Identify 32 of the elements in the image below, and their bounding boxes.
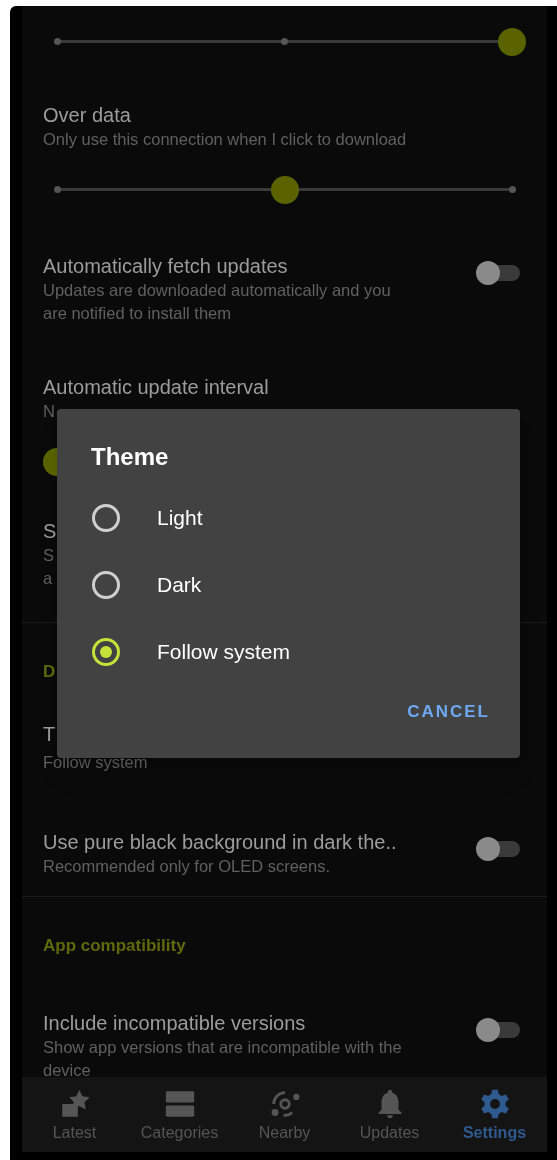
setting-title: S xyxy=(43,519,57,544)
setting-summary: S a xyxy=(43,545,54,589)
nav-tab[interactable]: Updates xyxy=(339,1086,440,1143)
radio-option[interactable]: Light xyxy=(57,484,520,551)
setting-title: Over data xyxy=(43,103,131,128)
setting-summary: Show app versions that are incompatible with the device xyxy=(43,1037,403,1081)
slider-thumb[interactable] xyxy=(270,176,299,204)
section-header: App compatibility xyxy=(43,935,186,957)
setting-title: Use pure black background in dark the.. xyxy=(43,830,397,855)
setting-title: Include incompatible versions xyxy=(43,1011,306,1036)
setting-title: T xyxy=(43,722,56,747)
setting-summary: Recommended only for OLED screens. xyxy=(43,856,331,877)
setting-summary: N xyxy=(43,401,55,422)
setting-title: Automatic update interval xyxy=(43,375,269,400)
tick-mark xyxy=(508,186,516,193)
tick-mark xyxy=(53,38,61,45)
setting-summary: Only use this connection when I click to download xyxy=(43,129,407,150)
nav-tab[interactable]: Latest xyxy=(24,1086,125,1143)
section-header: D xyxy=(43,661,56,683)
setting-summary: Updates are downloaded automatically and you are notified to install them xyxy=(43,280,392,324)
radio-option[interactable]: Dark xyxy=(57,551,520,618)
slider-thumb[interactable] xyxy=(498,28,526,56)
dialog-title: Theme xyxy=(91,442,169,472)
cancel-button[interactable]: CANCEL xyxy=(403,695,494,729)
nav-tab[interactable]: Settings xyxy=(444,1086,545,1143)
radio-option[interactable]: Follow system xyxy=(57,618,520,685)
setting-summary: Follow system xyxy=(43,752,148,773)
tick-mark xyxy=(281,38,288,45)
nav-tab[interactable]: Categories xyxy=(129,1086,230,1143)
setting-title: Automatically fetch updates xyxy=(43,254,288,279)
tick-mark xyxy=(53,186,61,193)
nav-tab[interactable]: Nearby xyxy=(234,1086,335,1143)
